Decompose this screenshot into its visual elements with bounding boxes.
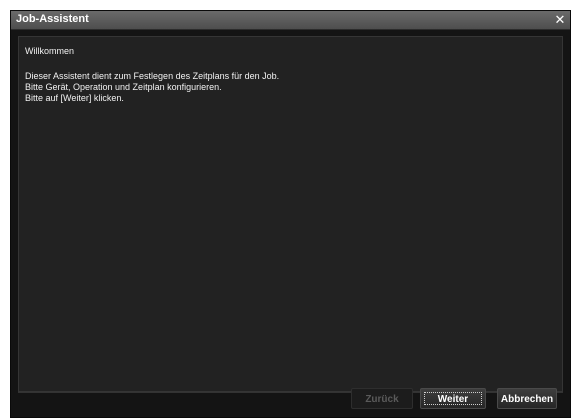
next-button[interactable]: Weiter: [420, 388, 486, 409]
welcome-heading: Willkommen: [25, 46, 75, 56]
title-bar[interactable]: Job-Assistent ✕: [11, 11, 570, 30]
window-title: Job-Assistent: [16, 13, 89, 25]
job-assistant-dialog: Job-Assistent ✕ Willkommen Dieser Assist…: [10, 10, 571, 418]
description-text: Dieser Assistent dient zum Festlegen des…: [25, 71, 279, 104]
description-line: Bitte Gerät, Operation und Zeitplan konf…: [25, 82, 222, 92]
close-icon[interactable]: ✕: [553, 12, 567, 27]
content-panel: Willkommen Dieser Assistent dient zum Fe…: [18, 36, 563, 392]
description-line: Dieser Assistent dient zum Festlegen des…: [25, 71, 280, 81]
cancel-button[interactable]: Abbrechen: [497, 388, 557, 409]
back-button[interactable]: Zurück: [351, 388, 413, 409]
description-line: Bitte auf [Weiter] klicken.: [25, 93, 124, 103]
